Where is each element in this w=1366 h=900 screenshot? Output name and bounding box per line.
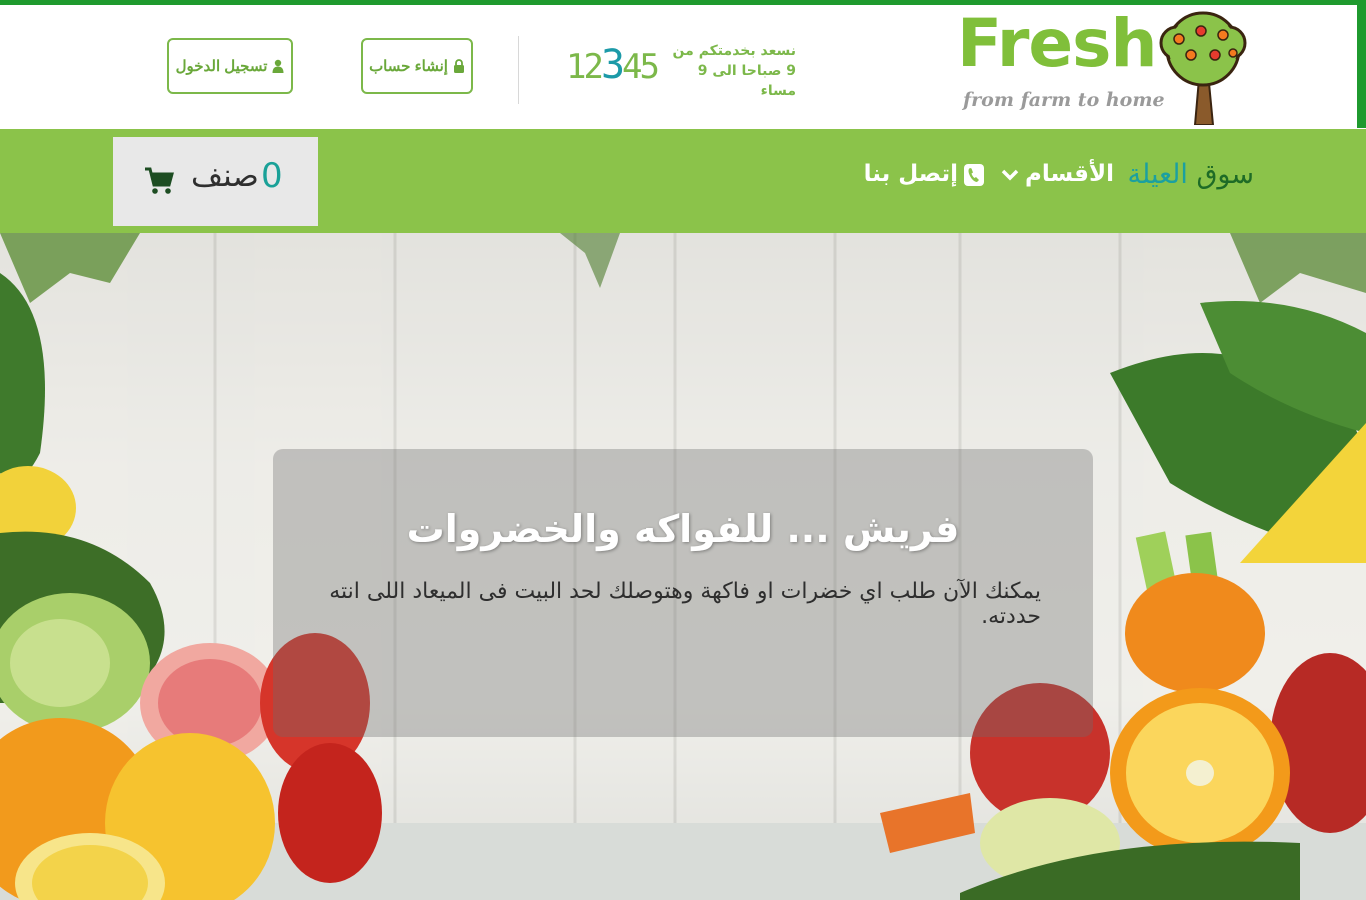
hero-caption-box: فريش ... للفواكه والخضروات يمكنك الآن طل… (273, 449, 1093, 737)
cart-button[interactable]: صنف 0 (113, 137, 318, 226)
signup-label: إنشاء حساب (369, 58, 448, 75)
chevron-down-icon (1001, 169, 1019, 180)
hero-banner: فريش ... للفواكه والخضروات يمكنك الآن طل… (0, 233, 1366, 900)
opening-hours: نسعد بخدمتكم من 9 صباحا الى 9 مساء (668, 41, 796, 101)
right-accent-bar (1357, 0, 1366, 128)
nav-brand[interactable]: سوق العيلة (1128, 161, 1254, 188)
hotline-digits-start: 12 (566, 47, 604, 87)
nav-brand-word-1: سوق (1196, 159, 1254, 190)
user-icon (272, 59, 284, 73)
phone-icon (964, 163, 984, 186)
hotline-number[interactable]: 12345 (566, 42, 660, 88)
hours-line-2: 9 صباحا الى 9 مساء (697, 63, 796, 99)
login-label: تسجيل الدخول (175, 58, 268, 75)
lock-icon (453, 59, 464, 73)
logo-tagline: from farm to home (963, 89, 1165, 111)
signup-button[interactable]: إنشاء حساب (361, 38, 473, 94)
hours-line-1: نسعد بخدمتكم من (672, 43, 796, 59)
header-topbar: Fresh from farm to home نسعد بخدمتكم من … (0, 5, 1357, 129)
nav-sections-dropdown[interactable]: الأقسام (1001, 163, 1114, 186)
login-button[interactable]: تسجيل الدخول (167, 38, 293, 94)
hero-title: فريش ... للفواكه والخضروات (406, 507, 960, 551)
hotline-digit-accent: 3 (600, 42, 625, 88)
nav-contact-label: إتصل بنا (863, 161, 958, 187)
tree-icon (1159, 11, 1247, 125)
cart-count: 0 (261, 156, 283, 196)
shopping-cart-icon (145, 167, 174, 194)
nav-sections-label: الأقسام (1025, 161, 1114, 187)
hotline-digits-end: 45 (622, 47, 660, 87)
site-logo[interactable]: Fresh from farm to home (955, 9, 1255, 127)
header-divider (518, 36, 519, 104)
nav-contact-link[interactable]: إتصل بنا (864, 163, 984, 186)
cart-unit-label: صنف (191, 158, 259, 194)
hero-subtitle: يمكنك الآن طلب اي خضرات او فاكهة وهتوصلك… (329, 579, 1041, 629)
logo-wordmark: Fresh (957, 5, 1157, 82)
nav-brand-word-2: العيلة (1127, 159, 1188, 190)
